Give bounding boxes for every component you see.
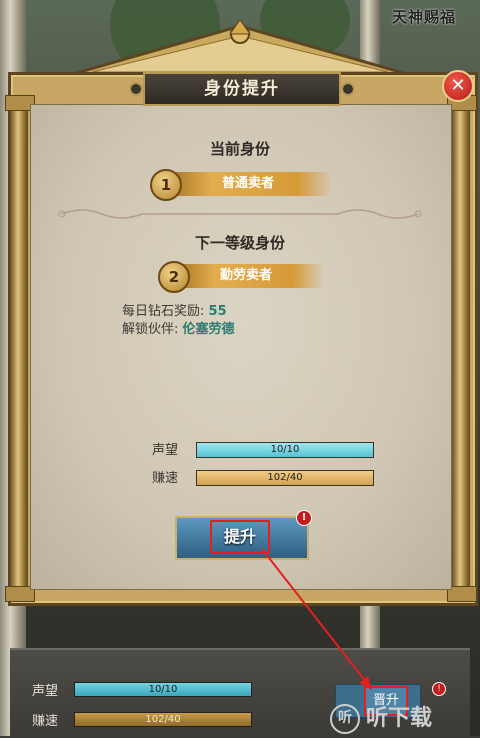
current-rank-ribbon: 普通卖者 <box>160 172 332 196</box>
watermark-text: 听下载 <box>366 706 433 731</box>
left-pillar <box>10 104 28 594</box>
dialog-title: 身份提升 <box>129 72 355 106</box>
hud-stat-label: 赚速 <box>32 714 59 729</box>
hud-stat-label: 声望 <box>32 684 59 699</box>
earn-speed-label: 赚速 <box>152 471 179 486</box>
current-rank-name: 普通卖者 <box>222 176 275 191</box>
current-rank-heading: 当前身份 <box>209 140 270 158</box>
next-rank-name: 勤劳卖者 <box>220 268 273 283</box>
unlock-partner: 解锁伙伴: 伦塞劳德 <box>122 318 235 337</box>
reputation-label: 声望 <box>152 443 179 458</box>
hud-reputation-bar: 10/10 <box>74 682 252 697</box>
pediment-ornament <box>66 20 414 78</box>
next-rank-heading: 下一等级身份 <box>194 234 285 252</box>
current-rank-badge: 1 <box>150 169 182 201</box>
next-rank-badge: 2 <box>158 261 190 293</box>
promote-alert-badge: ! <box>296 510 312 526</box>
reward-label: 每日钻石奖励: <box>122 304 205 319</box>
close-icon[interactable]: ✕ <box>442 70 474 102</box>
hud-alert-badge: ! <box>432 682 446 696</box>
right-pillar <box>452 104 470 594</box>
unlock-label: 解锁伙伴: <box>122 322 179 337</box>
ornamental-divider <box>58 209 422 219</box>
unlock-value: 伦塞劳德 <box>182 322 235 337</box>
reward-value: 55 <box>208 304 227 319</box>
reputation-bar: 10/10 <box>196 442 374 458</box>
promote-button[interactable]: 提升 <box>210 520 270 554</box>
next-rank-ribbon: 勤劳卖者 <box>168 264 324 288</box>
earn-speed-bar: 102/40 <box>196 470 374 486</box>
daily-diamond-reward: 每日钻石奖励: 55 <box>122 300 227 319</box>
watermark: 听听下载 <box>330 700 432 734</box>
watermark-logo-icon: 听 <box>330 704 360 734</box>
hud-speed-bar: 102/40 <box>74 712 252 727</box>
